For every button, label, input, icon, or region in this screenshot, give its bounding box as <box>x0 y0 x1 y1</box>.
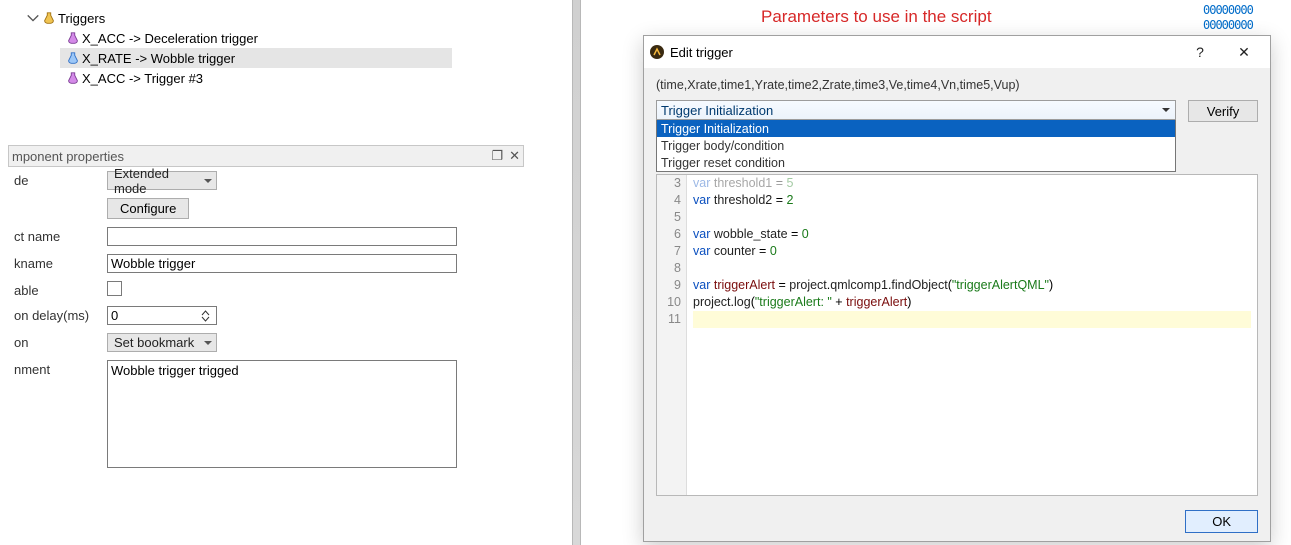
dropdown-option[interactable]: Trigger body/condition <box>657 137 1175 154</box>
hex-deco: 00000000 <box>1203 18 1253 32</box>
section-dropdown-list: Trigger Initialization Trigger body/cond… <box>656 120 1176 172</box>
tree-item-label: X_ACC -> Trigger #3 <box>82 71 203 86</box>
app-icon <box>648 44 666 60</box>
flask-icon <box>64 71 82 85</box>
label-action: on <box>14 333 99 350</box>
properties-form: de Extended mode Configure ct name kname… <box>8 167 524 472</box>
flask-icon <box>64 51 82 65</box>
object-name-input[interactable] <box>107 227 457 246</box>
undock-icon[interactable]: ❐ <box>491 148 503 164</box>
tree-item-label: X_RATE -> Wobble trigger <box>82 51 235 66</box>
vertical-splitter[interactable] <box>572 0 581 545</box>
dropdown-option[interactable]: Trigger reset condition <box>657 154 1175 171</box>
code-editor[interactable]: 34567891011 var threshold1 = 5var thresh… <box>656 174 1258 496</box>
mode-select[interactable]: Extended mode <box>107 171 217 190</box>
annotation-parameters: Parameters to use in the script <box>761 7 992 27</box>
tree-root-label: Triggers <box>58 11 105 26</box>
tree-item[interactable]: X_RATE -> Wobble trigger <box>60 48 452 68</box>
verify-button[interactable]: Verify <box>1188 100 1258 122</box>
params-signature: (time,Xrate,time1,Yrate,time2,Zrate,time… <box>656 78 1258 92</box>
flask-icon <box>64 31 82 45</box>
properties-pane-header: mponent properties ❐ ✕ <box>8 145 524 167</box>
comment-textarea[interactable]: Wobble trigger trigged <box>107 360 457 468</box>
dialog-titlebar[interactable]: Edit trigger ? ✕ <box>644 36 1270 68</box>
edit-trigger-dialog: Edit trigger ? ✕ (time,Xrate,time1,Yrate… <box>643 35 1271 542</box>
tree-root[interactable]: Triggers <box>22 8 452 28</box>
tree-view: Triggers X_ACC -> Deceleration trigger X… <box>22 8 452 88</box>
help-button[interactable]: ? <box>1178 44 1222 60</box>
tree-item[interactable]: X_ACC -> Deceleration trigger <box>60 28 452 48</box>
tree-item-label: X_ACC -> Deceleration trigger <box>82 31 258 46</box>
close-icon[interactable]: ✕ <box>509 148 520 164</box>
delay-value: 0 <box>111 308 118 323</box>
ok-button[interactable]: OK <box>1185 510 1258 533</box>
close-button[interactable]: ✕ <box>1222 44 1266 61</box>
line-gutter: 34567891011 <box>657 175 687 495</box>
configure-button[interactable]: Configure <box>107 198 189 219</box>
spin-arrows-icon[interactable] <box>198 310 213 322</box>
nickname-input[interactable] <box>107 254 457 273</box>
dialog-title: Edit trigger <box>666 45 1178 60</box>
action-select[interactable]: Set bookmark <box>107 333 217 352</box>
label-nickname: kname <box>14 254 99 271</box>
enable-checkbox[interactable] <box>107 281 122 296</box>
label-mode: de <box>14 171 99 188</box>
pane-title: mponent properties <box>12 149 124 164</box>
label-comment: nment <box>14 360 99 377</box>
dropdown-option[interactable]: Trigger Initialization <box>657 120 1175 137</box>
hex-deco: 00000000 <box>1203 3 1253 17</box>
code-area[interactable]: var threshold1 = 5var threshold2 = 2 var… <box>687 175 1257 495</box>
label-delay: on delay(ms) <box>14 306 99 323</box>
label-object-name: ct name <box>14 227 99 244</box>
delay-spinbox[interactable]: 0 <box>107 306 217 325</box>
chevron-down-icon[interactable] <box>26 11 40 25</box>
section-dropdown[interactable]: Trigger Initialization <box>656 100 1176 120</box>
tree-item[interactable]: X_ACC -> Trigger #3 <box>60 68 452 88</box>
flask-folder-icon <box>40 11 58 25</box>
label-enable: able <box>14 281 99 298</box>
